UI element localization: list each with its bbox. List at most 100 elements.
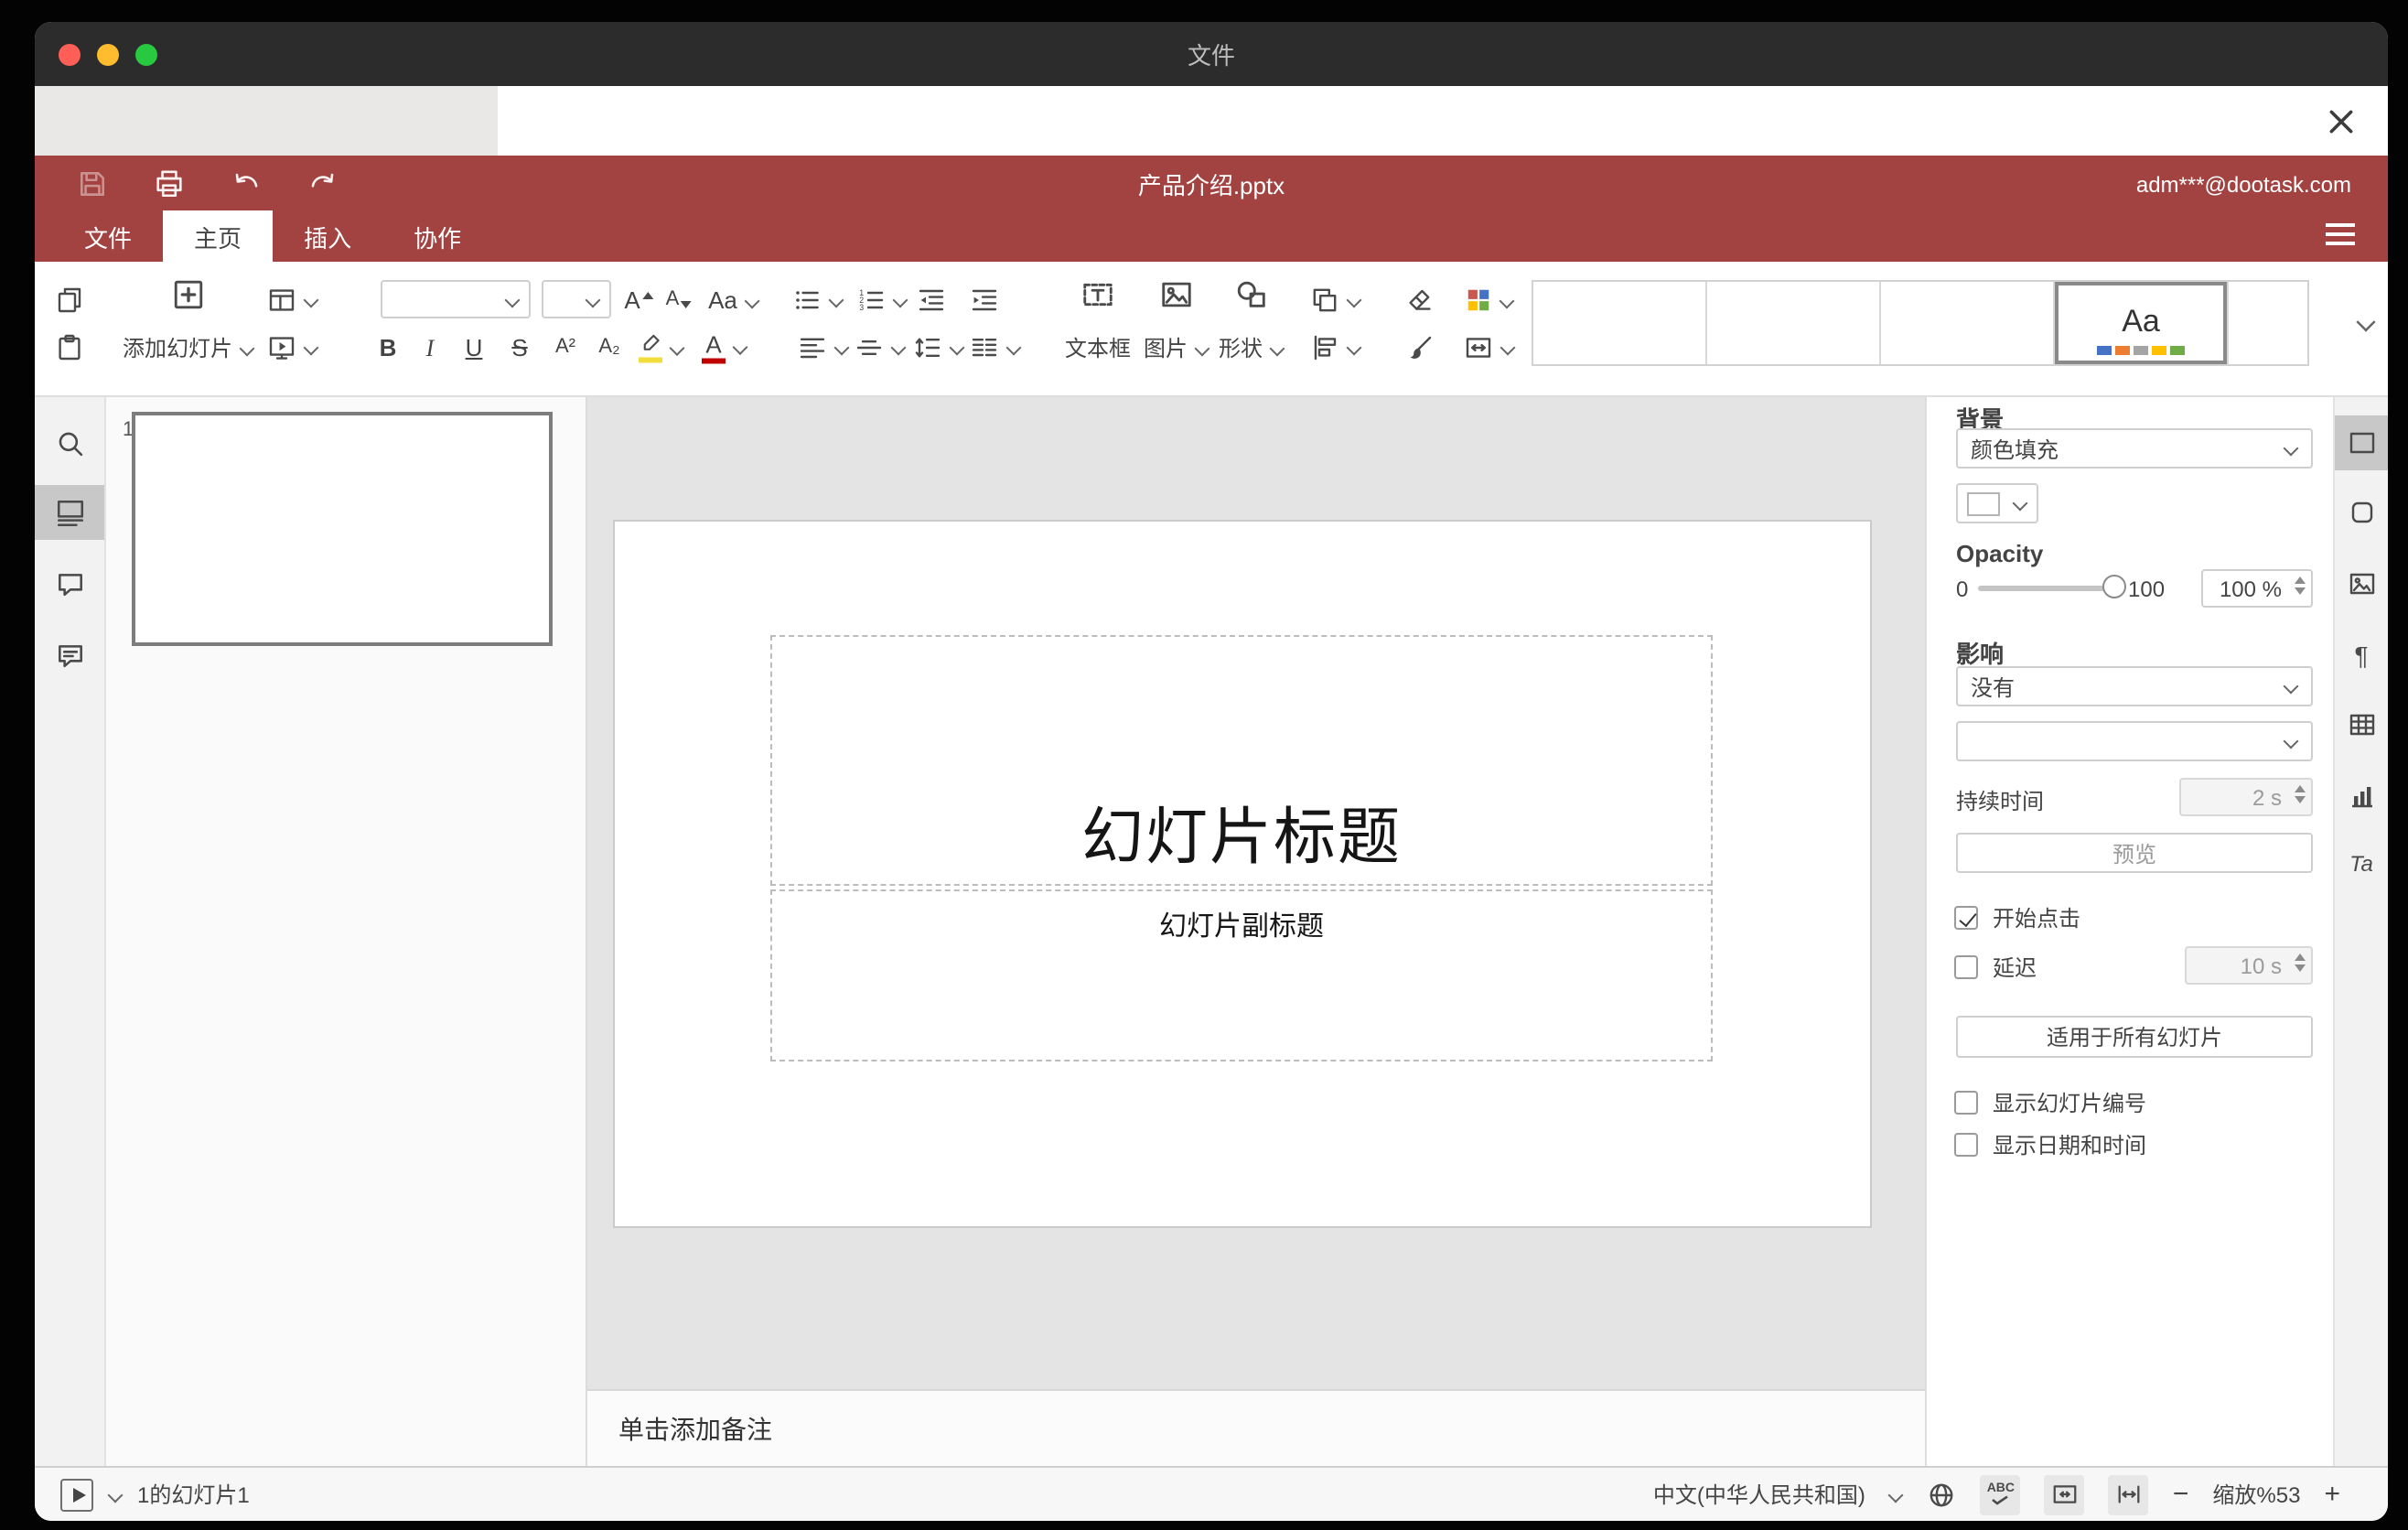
copy-style-button[interactable] (1405, 333, 1435, 362)
sidebar-item-slides[interactable] (35, 485, 104, 540)
opacity-slider-track[interactable] (1978, 586, 2117, 591)
theme-option-selected[interactable]: Aa (2055, 282, 2229, 364)
panel-slide-settings[interactable] (2335, 415, 2388, 470)
image-label[interactable]: 图片 (1144, 332, 1209, 363)
preview-button[interactable]: 预览 (1956, 833, 2313, 873)
horizontal-align-button[interactable] (798, 333, 849, 362)
highlight-color-button[interactable] (637, 334, 684, 362)
decrease-font-button[interactable]: A (666, 286, 693, 314)
panel-shape-settings[interactable] (2335, 485, 2388, 540)
effect-variant-select[interactable] (1956, 721, 2313, 761)
traffic-close-button[interactable] (59, 43, 81, 65)
columns-button[interactable] (970, 333, 1021, 362)
slide-canvas[interactable]: 幻灯片标题 幻灯片副标题 (587, 397, 1925, 1389)
zoom-level-label[interactable]: 缩放%53 (2212, 1479, 2300, 1510)
language-label[interactable]: 中文(中华人民共和国) (1653, 1479, 1865, 1510)
chevron-down-icon[interactable] (108, 1487, 123, 1502)
fit-slide-button[interactable] (2044, 1474, 2085, 1514)
add-slide-label[interactable]: 添加幻灯片 (123, 332, 254, 363)
paste-button[interactable] (55, 333, 84, 362)
globe-icon[interactable] (1928, 1480, 1957, 1509)
chevron-down-icon (733, 340, 747, 355)
clear-style-button[interactable] (1405, 286, 1435, 315)
insert-shape-button[interactable] (1234, 277, 1269, 312)
background-fill-select[interactable]: 颜色填充 (1956, 428, 2313, 469)
panel-textart-settings[interactable]: Ta (2335, 836, 2388, 891)
start-on-click-checkbox[interactable] (1954, 906, 1978, 930)
strikethrough-button[interactable]: S (511, 336, 527, 360)
fit-width-button[interactable] (2108, 1474, 2149, 1514)
italic-button[interactable]: I (426, 336, 435, 360)
insert-image-button[interactable] (1159, 277, 1194, 312)
vertical-align-button[interactable] (855, 333, 906, 362)
textbox-label[interactable]: 文本框 (1065, 332, 1131, 363)
panel-paragraph-settings[interactable]: ¶ (2335, 628, 2388, 683)
zoom-out-button[interactable]: − (2173, 1481, 2189, 1508)
delay-checkbox[interactable] (1954, 955, 1978, 979)
zoom-in-button[interactable]: + (2324, 1481, 2340, 1508)
effect-select[interactable]: 没有 (1956, 666, 2313, 706)
start-slideshow-button[interactable] (267, 333, 318, 362)
spinner-arrows-icon[interactable] (2295, 785, 2306, 803)
sidebar-item-search[interactable] (35, 415, 104, 470)
tab-file[interactable]: 文件 (53, 210, 163, 262)
change-case-button[interactable]: Aa (708, 288, 759, 312)
line-spacing-button[interactable] (913, 333, 964, 362)
panel-table-settings[interactable] (2335, 697, 2388, 752)
decrease-indent-button[interactable] (917, 286, 946, 315)
superscript-button[interactable]: A² (555, 337, 575, 358)
opacity-input[interactable]: 100 % (2201, 569, 2313, 608)
dialog-close-button[interactable] (2320, 101, 2360, 141)
theme-gallery-expand-button[interactable] (2359, 315, 2373, 329)
spinner-arrows-icon[interactable] (2295, 954, 2306, 972)
theme-option-3[interactable] (1881, 282, 2055, 364)
traffic-minimize-button[interactable] (97, 43, 119, 65)
apply-to-all-button[interactable]: 适用于所有幻灯片 (1956, 1016, 2313, 1058)
opacity-slider-knob[interactable] (2102, 575, 2126, 598)
add-slide-button[interactable] (171, 277, 206, 312)
font-family-select[interactable] (381, 280, 531, 318)
notes-area[interactable]: 单击添加备注 (587, 1389, 1925, 1466)
increase-indent-button[interactable] (970, 286, 999, 315)
panel-image-settings[interactable] (2335, 556, 2388, 611)
numbered-list-button[interactable]: 123 (856, 286, 908, 315)
arrange-button[interactable] (1310, 286, 1361, 315)
tab-collaboration[interactable]: 协作 (382, 210, 492, 262)
slide-thumbnail-1[interactable] (132, 412, 553, 646)
tab-home[interactable]: 主页 (163, 210, 274, 262)
sidebar-item-comments[interactable] (35, 556, 104, 611)
shape-label[interactable]: 形状 (1219, 332, 1285, 363)
slide-1[interactable]: 幻灯片标题 幻灯片副标题 (615, 522, 1870, 1226)
background-color-picker[interactable] (1956, 483, 2038, 523)
panel-chart-settings[interactable] (2335, 769, 2388, 824)
sidebar-item-feedback[interactable] (35, 628, 104, 683)
spellcheck-button[interactable]: ABC (1980, 1474, 2021, 1514)
shape-align-button[interactable] (1310, 333, 1361, 362)
copy-button[interactable] (55, 286, 84, 315)
delay-input[interactable]: 10 s (2185, 946, 2313, 985)
color-scheme-button[interactable] (1465, 286, 1514, 314)
slide-layout-button[interactable] (267, 286, 318, 315)
bullet-list-button[interactable] (792, 286, 844, 315)
duration-input[interactable]: 2 s (2179, 778, 2313, 816)
font-color-button[interactable]: A (702, 333, 747, 363)
chevron-down-icon[interactable] (1889, 1487, 1904, 1502)
show-slide-number-checkbox[interactable] (1954, 1091, 1978, 1115)
subtitle-placeholder[interactable]: 幻灯片副标题 (770, 889, 1713, 1061)
bold-button[interactable]: B (380, 336, 397, 360)
show-datetime-checkbox[interactable] (1954, 1133, 1978, 1157)
increase-font-button[interactable]: A (624, 286, 653, 314)
font-size-select[interactable] (542, 280, 611, 318)
traffic-zoom-button[interactable] (135, 43, 157, 65)
menu-icon[interactable] (2326, 223, 2355, 245)
theme-option-1[interactable] (1533, 282, 1707, 364)
tab-insert[interactable]: 插入 (273, 210, 382, 262)
underline-button[interactable]: U (466, 336, 483, 360)
title-placeholder[interactable]: 幻灯片标题 (770, 635, 1713, 886)
textbox-button[interactable] (1080, 277, 1115, 312)
subscript-button[interactable]: A₂ (598, 337, 619, 358)
show-slide-number-row: 显示幻灯片编号 (1954, 1087, 2146, 1118)
theme-option-2[interactable] (1707, 282, 1881, 364)
spinner-arrows-icon[interactable] (2295, 576, 2306, 595)
slide-size-button[interactable] (1464, 333, 1515, 362)
